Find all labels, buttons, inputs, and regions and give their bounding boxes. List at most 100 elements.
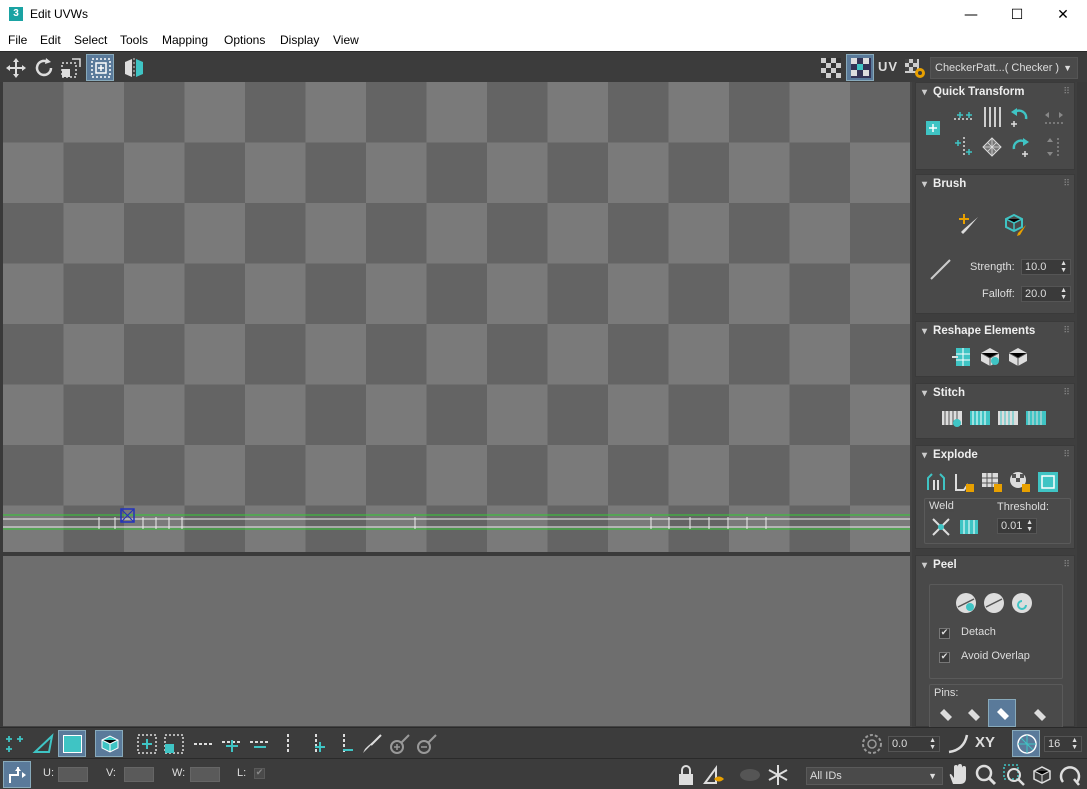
paint-relax-icon[interactable]: [1002, 211, 1028, 237]
panel-scrollbar[interactable]: [1077, 82, 1087, 727]
absolute-offset-button[interactable]: [3, 761, 31, 788]
zoom-to-gizmo-icon[interactable]: [1058, 763, 1082, 787]
uv-viewport[interactable]: [3, 82, 910, 552]
edit-pins-icon[interactable]: [934, 703, 958, 727]
loop-icon[interactable]: [276, 732, 300, 756]
brush-line-icon[interactable]: [928, 257, 954, 283]
uv-mode-label[interactable]: UV: [878, 59, 898, 74]
distribute-icon[interactable]: [980, 135, 1004, 159]
unpin-icon[interactable]: [1028, 703, 1052, 727]
spacing-horizontal-icon[interactable]: [1042, 107, 1066, 131]
grid-snap-button[interactable]: [1012, 730, 1040, 757]
spacing-vertical-icon[interactable]: [1042, 135, 1066, 159]
weld-selected-icon[interactable]: [929, 515, 953, 539]
weld-target-icon[interactable]: [957, 515, 981, 539]
u-field[interactable]: [58, 767, 88, 782]
break-icon[interactable]: [924, 470, 948, 494]
paint-select-icon[interactable]: [360, 732, 384, 756]
stitch-source-icon[interactable]: [996, 406, 1020, 430]
paint-move-icon[interactable]: [956, 211, 982, 237]
quick-peel-icon[interactable]: [954, 591, 978, 615]
split-by-smoothing-icon[interactable]: [952, 470, 976, 494]
vertex-mode-icon[interactable]: [4, 732, 28, 756]
soft-selection-icon[interactable]: [946, 732, 970, 756]
angle-spinner[interactable]: 0.0 ▲ ▼: [888, 736, 940, 752]
grid-spinner[interactable]: 16 ▲ ▼: [1044, 736, 1082, 752]
pivot-icon[interactable]: [924, 119, 944, 139]
xy-axis-toggle[interactable]: XY: [975, 734, 995, 751]
minimize-button[interactable]: —: [948, 0, 994, 30]
show-map-button[interactable]: [846, 54, 874, 81]
rollout-title[interactable]: Stitch: [922, 387, 965, 399]
lower-viewport-area[interactable]: [3, 556, 910, 726]
edge-mode-icon[interactable]: [32, 732, 56, 756]
detach-checkbox[interactable]: ✔: [939, 628, 950, 639]
split-by-material-icon[interactable]: [1008, 470, 1032, 494]
scale-icon[interactable]: [59, 56, 83, 80]
align-vertical-icon[interactable]: [952, 135, 976, 159]
w-field[interactable]: [190, 767, 220, 782]
threshold-spinner[interactable]: 0.01 ▲ ▼: [997, 518, 1037, 534]
avoid-overlap-checkbox[interactable]: ✔: [939, 652, 950, 663]
enlarge-brush-icon[interactable]: [388, 732, 412, 756]
texture-settings-icon[interactable]: [903, 56, 927, 80]
relax-icon[interactable]: [978, 345, 1002, 369]
lock-checkbox[interactable]: ✔: [254, 768, 265, 779]
shrink-selection-icon[interactable]: [162, 732, 186, 756]
grow-selection-icon[interactable]: [135, 732, 159, 756]
relax-settings-icon[interactable]: [1006, 345, 1030, 369]
menu-options[interactable]: Options: [224, 33, 265, 47]
zoom-icon[interactable]: [974, 763, 998, 787]
rollout-title[interactable]: Quick Transform: [922, 86, 1024, 98]
angle-snap-icon[interactable]: [860, 732, 884, 756]
move-icon[interactable]: [4, 56, 28, 80]
strength-spinner[interactable]: 10.0 ▲ ▼: [1021, 259, 1071, 275]
freeform-mode-button[interactable]: [86, 54, 114, 81]
polygon-mode-button[interactable]: [58, 730, 86, 757]
rollout-title[interactable]: Brush: [922, 178, 966, 190]
material-id-dropdown[interactable]: All IDs ▼: [806, 767, 943, 785]
ring-icon[interactable]: [192, 732, 216, 756]
lock-icon[interactable]: [674, 763, 698, 787]
rollout-title[interactable]: Peel: [922, 559, 957, 571]
show-hidden-icon[interactable]: [738, 763, 762, 787]
pin-selected-icon[interactable]: [962, 703, 986, 727]
auto-pin-button[interactable]: [988, 699, 1016, 727]
menu-view[interactable]: View: [333, 33, 359, 47]
zoom-extents-icon[interactable]: [1030, 763, 1054, 787]
stitch-target-icon[interactable]: [968, 406, 992, 430]
checker-display-icon[interactable]: [819, 56, 843, 80]
stitch-custom-icon[interactable]: [940, 406, 964, 430]
rotate-ccw-icon[interactable]: [1008, 105, 1032, 129]
mirror-icon[interactable]: [122, 56, 146, 80]
element-mode-button[interactable]: [95, 730, 123, 757]
peel-mode-icon[interactable]: [982, 591, 1006, 615]
pan-hand-icon[interactable]: [946, 763, 970, 787]
texture-dropdown[interactable]: CheckerPatt...( Checker ) ▼: [930, 57, 1078, 79]
maximize-button[interactable]: ☐: [994, 0, 1040, 30]
menu-tools[interactable]: Tools: [120, 33, 148, 47]
align-horizontal-icon[interactable]: [952, 107, 976, 131]
rollout-title[interactable]: Reshape Elements: [922, 325, 1035, 337]
loop-shrink-icon[interactable]: [334, 732, 358, 756]
zoom-region-icon[interactable]: [1002, 763, 1026, 787]
stitch-average-icon[interactable]: [1024, 406, 1048, 430]
loop-grow-icon[interactable]: [306, 732, 330, 756]
shrink-brush-icon[interactable]: [415, 732, 439, 756]
falloff-spinner[interactable]: 20.0 ▲ ▼: [1021, 286, 1071, 302]
close-button[interactable]: ✕: [1040, 0, 1086, 30]
straighten-icon[interactable]: [950, 345, 974, 369]
rotate-icon[interactable]: [32, 56, 56, 80]
hide-icon[interactable]: [702, 763, 726, 787]
rotate-cw-icon[interactable]: [1008, 135, 1032, 159]
freeze-icon[interactable]: [766, 763, 790, 787]
ring-grow-icon[interactable]: [220, 732, 244, 756]
split-by-polygroups-icon[interactable]: [980, 470, 1004, 494]
ring-shrink-icon[interactable]: [248, 732, 272, 756]
menu-edit[interactable]: Edit: [40, 33, 61, 47]
space-vertical-icon[interactable]: [980, 105, 1004, 129]
menu-mapping[interactable]: Mapping: [162, 33, 208, 47]
menu-display[interactable]: Display: [280, 33, 319, 47]
v-field[interactable]: [124, 767, 154, 782]
menu-file[interactable]: File: [8, 33, 27, 47]
